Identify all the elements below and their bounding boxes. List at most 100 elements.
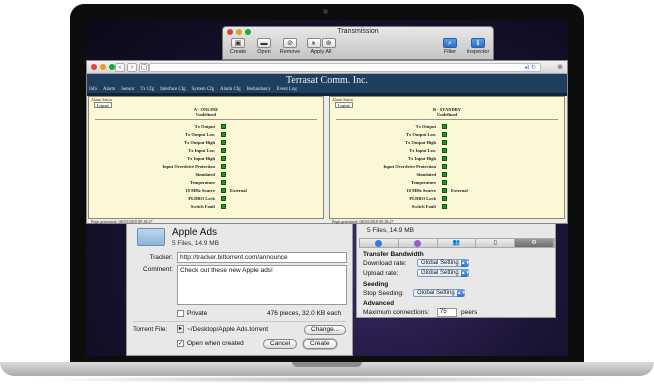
status-led-icon — [442, 188, 447, 193]
seeding-header: Seeding — [363, 281, 389, 288]
status-led-icon — [221, 188, 226, 193]
alarm-label: Temperature — [190, 180, 215, 185]
back-icon[interactable]: ‹ — [115, 63, 125, 72]
tab-close-icon[interactable]: ⊗ — [557, 63, 563, 71]
status-led-icon — [442, 148, 447, 153]
alarm-row: Temperature — [89, 179, 323, 187]
download-rate-label: Download rate: — [363, 260, 407, 267]
open-when-created-checkbox[interactable]: ✓ — [177, 340, 184, 347]
bandwidth-header: Transfer Bandwidth — [363, 251, 424, 258]
status-led-icon — [221, 124, 226, 129]
alarm-row: Tx Input Low — [89, 147, 323, 155]
tab-info[interactable] — [360, 239, 399, 247]
alarm-label: Tx Output Low — [405, 132, 436, 137]
tab-files[interactable]: ▯ — [476, 239, 516, 247]
forward-icon[interactable]: › — [127, 63, 137, 72]
status-led-icon — [221, 204, 226, 209]
chevron-down-icon: ▲▼ — [457, 289, 466, 297]
open-button[interactable]: ▬ Open — [253, 38, 275, 55]
alarm-label: Tx Output — [194, 124, 215, 129]
status-led-icon — [221, 180, 226, 185]
alarm-row: Tx Input High — [330, 155, 564, 163]
stop-seeding-label: Stop Seeding: — [363, 290, 404, 297]
advanced-header: Advanced — [363, 300, 395, 307]
alarm-row: Tx Output High — [330, 139, 564, 147]
status-led-icon — [442, 164, 447, 169]
inspector-meta: 5 Files, 14.9 MB — [367, 227, 414, 234]
window-title: Transmission — [337, 28, 379, 35]
alarm-list: Tx Output Tx Output Low Tx Output High Tx I… — [330, 123, 564, 211]
tab-peers[interactable]: 👥 — [438, 239, 477, 247]
cancel-button[interactable]: Cancel — [263, 339, 298, 349]
tab-options[interactable]: ⚙ — [515, 239, 554, 247]
stop-seeding-select[interactable]: Global Setting ▲▼ — [413, 289, 466, 297]
status-led-icon — [442, 124, 447, 129]
laptop-notch — [292, 362, 362, 367]
status-led-icon — [442, 196, 447, 201]
status-led-icon — [221, 140, 226, 145]
alarm-row: PLDRO Lock — [330, 195, 564, 203]
close-button[interactable] — [91, 64, 97, 70]
alarm-label: Simulated — [195, 172, 215, 177]
tab-activity[interactable] — [399, 239, 438, 247]
torrent-file-label: Torrent File: — [133, 326, 168, 333]
status-led-icon — [221, 156, 226, 161]
peers-unit-label: peers — [461, 309, 478, 316]
apply-all-button[interactable]: ⏸ ⊛ Apply All — [305, 38, 337, 55]
status-led-icon — [442, 140, 447, 145]
torrent-file-path: ~/Desktop/Apple Ads.torrent — [187, 326, 269, 333]
create-button[interactable]: Create — [303, 339, 337, 349]
remove-button[interactable]: ⊘ Remove — [279, 38, 301, 55]
alarm-extra: External — [230, 188, 247, 193]
minimize-button[interactable] — [100, 64, 106, 70]
pause-icon: ⏸ — [306, 38, 321, 48]
alarm-label: Tx Input Low — [409, 148, 436, 153]
inspector-button[interactable]: ℹ Inspector — [467, 38, 489, 55]
address-bar[interactable]: ◂) ↻ — [149, 63, 541, 72]
chevron-down-icon: ▲▼ — [461, 259, 470, 267]
alarm-row: 10 MHz Source External — [89, 187, 323, 195]
toolbar-label: Filter — [443, 49, 457, 55]
status-led-icon — [442, 132, 447, 137]
change-button[interactable]: Change... — [304, 325, 347, 335]
comment-field[interactable]: Check out these new Apple ads! — [177, 265, 347, 305]
toolbar-label: Remove — [279, 49, 301, 55]
upload-rate-select[interactable]: Global Setting ▲▼ — [417, 269, 470, 277]
unit-subheading: Undefined — [195, 112, 216, 117]
download-rate-select[interactable]: Global Setting ▲▼ — [417, 259, 470, 267]
filter-button[interactable]: ⌕ Filter — [439, 38, 461, 55]
create-button[interactable]: ▣ Create — [227, 38, 249, 55]
alarm-row: Tx Input Low — [330, 147, 564, 155]
browser-toolbar: ‹ › ▢ ◂) ↻ ⊗ — [87, 61, 567, 74]
sidebar-icon[interactable]: ▢ — [139, 63, 149, 72]
status-led-icon — [221, 196, 226, 201]
status-led-icon — [442, 156, 447, 161]
status-led-icon — [221, 164, 226, 169]
alarm-row: Simulated — [89, 171, 323, 179]
alarm-label: PLDRO Lock — [188, 196, 215, 201]
alarm-label: Tx Input Low — [188, 148, 215, 153]
create-icon: ▣ — [231, 38, 245, 48]
reload-icon[interactable]: ◂) ↻ — [524, 64, 536, 71]
status-led-icon — [442, 172, 447, 177]
unit-subheading: Undefined — [436, 112, 457, 117]
info-icon — [375, 240, 383, 247]
status-led-icon — [221, 148, 226, 153]
open-when-created-label: Open when created — [187, 340, 244, 347]
info-icon: ℹ — [471, 38, 485, 48]
tracker-field[interactable]: http://tracker.bittorrent.com/announce — [177, 252, 347, 263]
unit-status: A - ONLINE Undefined — [89, 107, 323, 117]
alarm-label: Input Overdrive Protection — [383, 164, 436, 169]
torrent-meta: 5 Files, 14.9 MB — [172, 240, 219, 247]
alarm-label: 10 MHz Source — [406, 188, 436, 193]
toolbar-label: Open — [257, 49, 271, 55]
alarm-panel-b: Alarm Status Logout B - STANDBY Undefine… — [329, 96, 565, 224]
max-connections-field[interactable]: 75 — [437, 308, 457, 317]
private-checkbox[interactable] — [177, 310, 184, 317]
alarm-label: Simulated — [416, 172, 436, 177]
chevron-down-icon: ▲▼ — [461, 269, 470, 277]
alarm-label: Tx Input High — [187, 156, 215, 161]
inspector-tabs: 👥 ▯ ⚙ — [359, 238, 555, 248]
toolbar: ▣ Create ▬ Open ⊘ Remove ⏸ ⊛ Apply All — [227, 38, 337, 55]
alarm-row: Tx Output Low — [89, 131, 323, 139]
